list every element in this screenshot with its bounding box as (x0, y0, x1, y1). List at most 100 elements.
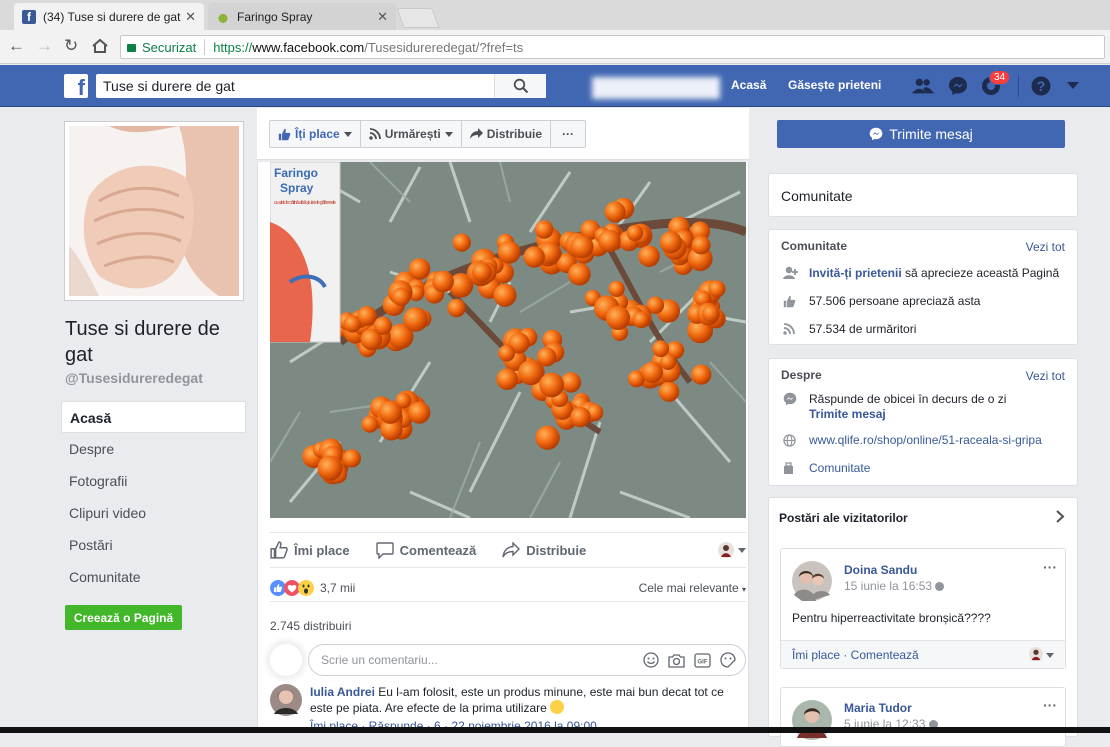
create-page-button[interactable]: Creează o Pagină (65, 605, 182, 630)
post-options-icon[interactable]: ··· (1043, 697, 1057, 713)
nav-item-home[interactable]: Acasă (61, 401, 246, 433)
berry (539, 372, 564, 398)
facebook-logo-icon[interactable]: f (64, 74, 88, 98)
chevron-right-icon[interactable] (1056, 510, 1065, 523)
url-field[interactable]: Securizat https://www.facebook.com/Tuses… (120, 35, 1105, 59)
share-count[interactable]: 2.745 distribuiri (270, 619, 351, 633)
post-image[interactable]: Faringo Spray cu ulei de cătină albă și … (270, 162, 746, 518)
browser-tab-active[interactable]: f (34) Tuse si durere de gat ✕ (14, 3, 204, 30)
nav-item-posts[interactable]: Postări (61, 529, 246, 561)
thumbs-up-icon (781, 295, 809, 308)
invite-people-icon (781, 266, 809, 280)
avatar[interactable] (792, 700, 832, 740)
berry (391, 287, 411, 307)
see-all-community-link[interactable]: Vezi tot (1026, 240, 1065, 254)
emoji-icon[interactable] (643, 652, 659, 668)
page-post: Faringo Spray cu ulei de cătină albă și … (257, 162, 749, 733)
redacted-profile-name (592, 77, 720, 99)
forward-arrow-icon[interactable]: → (36, 36, 53, 56)
friend-requests-icon[interactable] (912, 76, 934, 96)
account-menu-chevron-down-icon[interactable] (1062, 76, 1084, 96)
visitor-post-action-links[interactable]: Îmi place · Comentează (792, 648, 919, 662)
sticker-icon[interactable] (720, 652, 736, 668)
chevron-down-icon (738, 547, 746, 553)
berry (403, 307, 428, 332)
berry (432, 270, 454, 293)
chevron-down-icon[interactable] (1046, 653, 1054, 658)
comment-sort-dropdown[interactable]: Cele mai relevante ▾ (639, 581, 746, 595)
category-link[interactable]: Comunitate (809, 461, 870, 475)
divider (1018, 75, 1019, 97)
berry (691, 235, 711, 255)
avatar[interactable] (1029, 647, 1043, 664)
reload-icon[interactable]: ↻ (64, 36, 78, 56)
share-arrow-icon (502, 542, 521, 558)
post-comment-button[interactable]: Comentează (375, 541, 476, 559)
messenger-icon (869, 127, 883, 141)
reactions-row: 3,7 mii Cele mai relevante ▾ (270, 574, 746, 602)
post-like-button[interactable]: Îmi place (270, 541, 350, 559)
new-tab-button[interactable] (396, 8, 440, 28)
find-friends-link[interactable]: Găsește prieteni (788, 78, 881, 92)
browser-tab-bar: f (34) Tuse si durere de gat ✕ Faringo S… (0, 0, 1110, 30)
help-icon[interactable]: ? (1030, 76, 1052, 96)
gif-icon[interactable]: GIF (694, 652, 711, 668)
search-input[interactable] (96, 75, 494, 97)
see-all-about-link[interactable]: Vezi tot (1026, 369, 1065, 383)
post-as-selector[interactable] (718, 542, 746, 558)
berry (570, 406, 591, 428)
comment-author[interactable]: Iulia Andrei (310, 685, 375, 699)
invite-friends-link[interactable]: Invită-ți prietenii (809, 266, 902, 280)
reaction-count[interactable]: 3,7 mii (320, 581, 355, 595)
post-options-icon[interactable]: ··· (1043, 559, 1057, 575)
facebook-favicon-icon: f (22, 9, 36, 24)
comment-composer: Scrie un comentariu... GIF (270, 642, 746, 678)
liked-button[interactable]: Îți place (270, 121, 361, 147)
camera-icon[interactable] (668, 653, 685, 668)
nav-item-community[interactable]: Comunitate (61, 561, 246, 593)
following-button[interactable]: Urmărești (361, 121, 462, 147)
berry (342, 449, 361, 468)
more-options-button[interactable]: ··· (551, 121, 585, 147)
avatar[interactable] (792, 561, 832, 601)
home-icon[interactable] (91, 38, 109, 54)
send-message-link[interactable]: Trimite mesaj (809, 407, 1006, 422)
invite-friends-row: Invită-ți prietenii să aprecieze această… (781, 259, 1071, 287)
response-row: Răspunde de obicei în decurs de o zi Tri… (781, 392, 1076, 422)
berry (632, 311, 650, 329)
back-arrow-icon[interactable]: ← (8, 36, 25, 56)
globe-icon (935, 582, 945, 591)
post-actions: Îmi place Comentează Distribuie (270, 532, 746, 568)
nav-item-photos[interactable]: Fotografii (61, 465, 246, 497)
search-button[interactable] (494, 74, 546, 98)
share-button[interactable]: Distribuie (462, 121, 552, 147)
post-date[interactable]: 15 iunie la 16:53 (844, 579, 932, 593)
berry (361, 415, 379, 433)
nav-item-videos[interactable]: Clipuri video (61, 497, 246, 529)
community-card-title[interactable]: Comunitate (768, 173, 1078, 217)
tab-title: (34) Tuse si durere de gat (43, 9, 181, 24)
reaction-icons[interactable] (270, 579, 314, 596)
comment-input[interactable]: Scrie un comentariu... GIF (308, 644, 746, 676)
visitor-name[interactable]: Doina Sandu (844, 563, 917, 577)
profile-picture[interactable] (64, 121, 244, 301)
page-handle[interactable]: @Tusesidureredegat (65, 370, 203, 386)
tab-close-icon[interactable]: ✕ (377, 9, 388, 25)
avatar[interactable] (270, 684, 302, 716)
sea-buckthorn-photo: Faringo Spray cu ulei de cătină albă și … (270, 162, 746, 518)
tab-close-icon[interactable]: ✕ (185, 9, 196, 25)
browser-tab[interactable]: Faringo Spray ✕ (208, 3, 396, 30)
nav-item-about[interactable]: Despre (61, 433, 246, 465)
avatar (718, 542, 734, 558)
page-title: Tuse si durere de gat (65, 318, 220, 366)
secure-indicator[interactable]: Securizat (127, 40, 196, 55)
visitor-name[interactable]: Maria Tudor (844, 701, 912, 715)
comment-placeholder: Scrie un comentariu... (321, 653, 438, 667)
visitor-post-text: Pentru hiperreactivitate bronșică???? (792, 611, 991, 625)
home-link[interactable]: Acasă (731, 78, 766, 92)
post-share-button[interactable]: Distribuie (502, 542, 586, 558)
send-message-button[interactable]: Trimite mesaj (777, 120, 1065, 148)
messenger-icon[interactable] (947, 76, 969, 96)
website-link[interactable]: www.qlife.ro/shop/online/51-raceala-si-g… (809, 433, 1042, 447)
berry (408, 258, 431, 280)
